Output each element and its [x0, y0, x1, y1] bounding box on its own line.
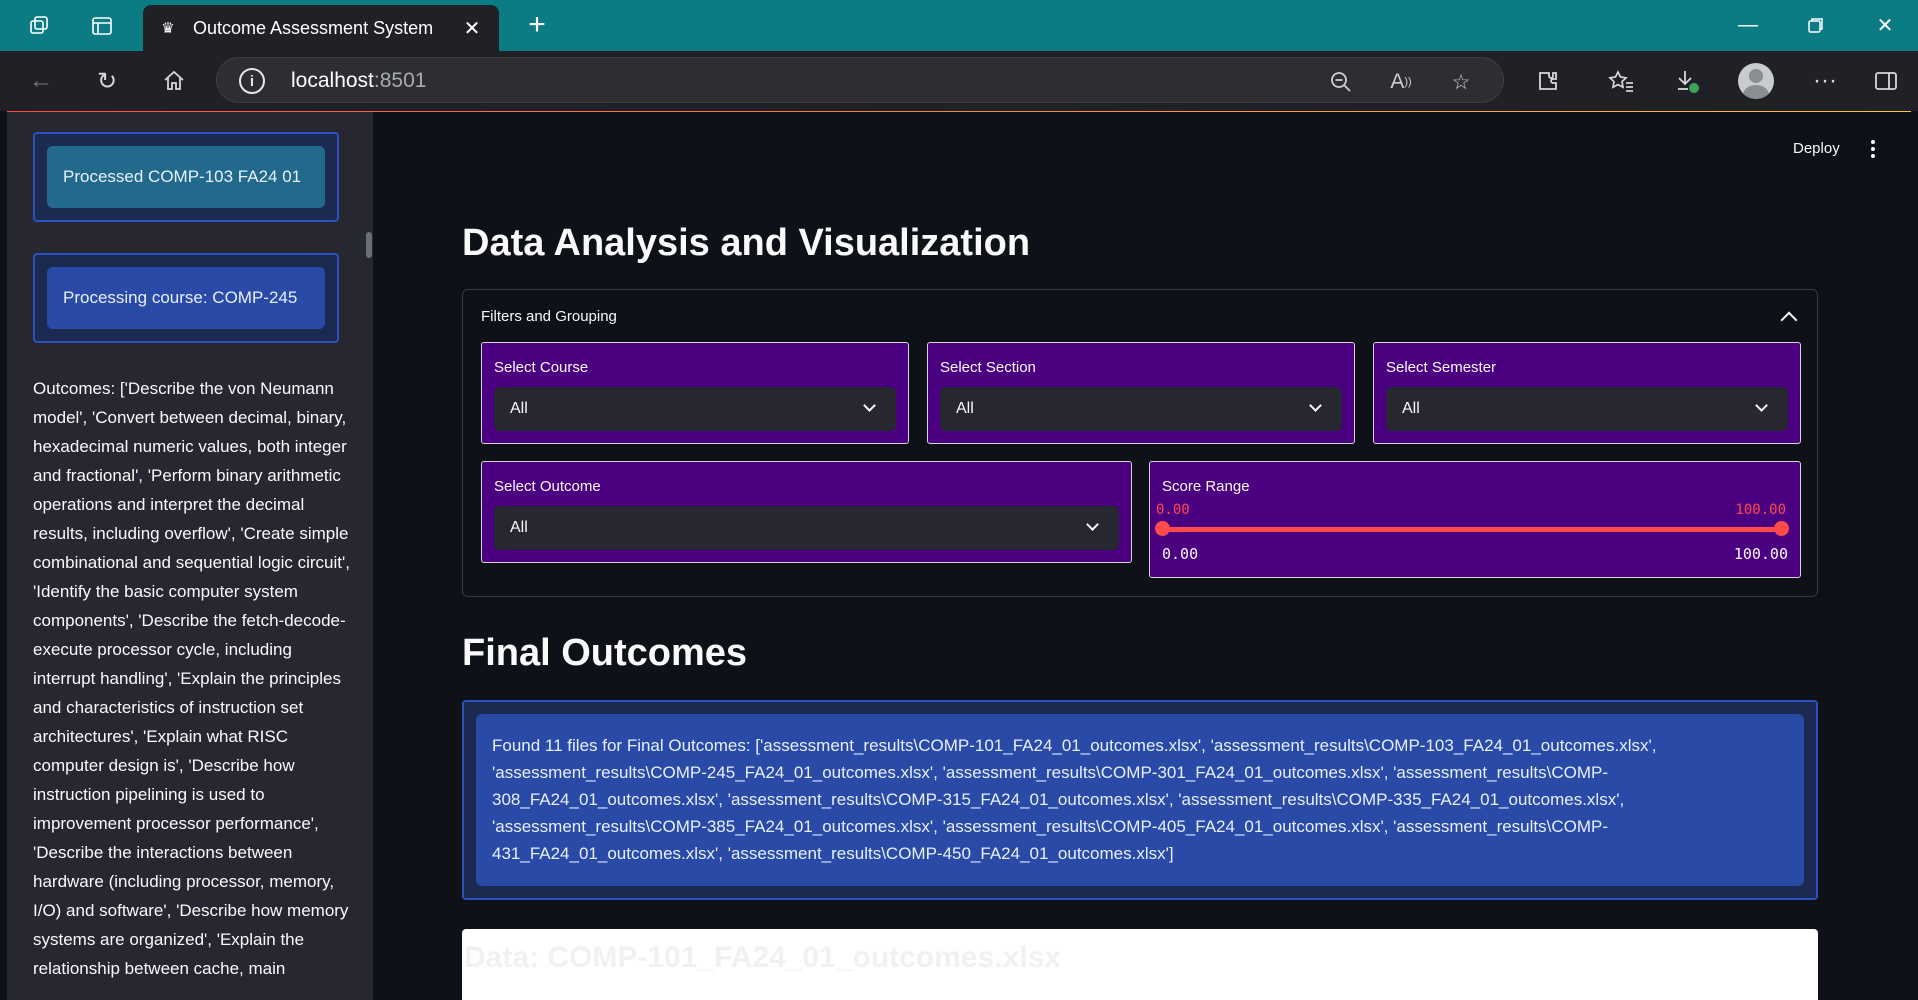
- chevron-down-icon: [1086, 518, 1099, 531]
- chevron-down-icon: [1309, 399, 1322, 412]
- section-label: Select Section: [940, 359, 1036, 376]
- filters-expander-title[interactable]: Filters and Grouping: [481, 308, 617, 325]
- final-outcomes-info-text: Found 11 files for Final Outcomes: ['ass…: [476, 714, 1804, 886]
- slider-max-value: 100.00: [1735, 502, 1786, 518]
- slider-max-handle[interactable]: [1774, 521, 1789, 536]
- new-tab-icon[interactable]: +: [520, 8, 554, 42]
- semester-select[interactable]: All: [1386, 387, 1788, 431]
- site-info-icon[interactable]: i: [239, 68, 265, 94]
- filters-expander: Filters and Grouping Select Course All S…: [462, 289, 1818, 597]
- browser-tab-active[interactable]: ♛ Outcome Assessment System ✕: [143, 5, 499, 51]
- course-label: Select Course: [494, 359, 589, 376]
- chevron-down-icon: [863, 399, 876, 412]
- streamlit-crown-icon: ♛: [157, 17, 179, 39]
- read-aloud-icon[interactable]: A)): [1387, 68, 1415, 96]
- tab-title: Outcome Assessment System: [193, 17, 434, 38]
- outcomes-text: Outcomes: ['Describe the von Neumann mod…: [33, 379, 350, 978]
- semester-select-value: All: [1402, 400, 1420, 417]
- browser-tab-bar: ♛ Outcome Assessment System ✕ + — ✕: [0, 0, 1918, 51]
- close-tab-icon[interactable]: ✕: [457, 13, 487, 43]
- home-icon[interactable]: [157, 64, 191, 98]
- slider-track[interactable]: [1162, 527, 1788, 532]
- data-preview-card: Data: COMP-101_FA24_01_outcomes.xlsx: [462, 929, 1818, 1000]
- workspaces-icon[interactable]: [26, 12, 54, 40]
- more-options-icon[interactable]: ···: [1808, 64, 1842, 98]
- slider-min-value: 0.00: [1156, 502, 1190, 518]
- section-select-value: All: [956, 400, 974, 417]
- slider-min-handle[interactable]: [1155, 521, 1170, 536]
- deploy-button[interactable]: Deploy: [1793, 140, 1840, 157]
- filter-outcome: Select Outcome All: [481, 461, 1132, 563]
- data-preview-heading: Data: COMP-101_FA24_01_outcomes.xlsx: [464, 941, 1061, 974]
- course-select[interactable]: All: [494, 387, 896, 431]
- close-window-icon[interactable]: ✕: [1865, 8, 1905, 42]
- collapse-chevron-icon[interactable]: [1780, 311, 1798, 329]
- sidebar-scrollbar[interactable]: [366, 232, 372, 258]
- outcome-select-value: All: [510, 519, 528, 536]
- favorite-star-icon[interactable]: ☆: [1447, 68, 1475, 96]
- outcome-label: Select Outcome: [494, 478, 601, 495]
- back-icon[interactable]: ←: [24, 64, 58, 98]
- favorites-list-icon[interactable]: [1604, 64, 1638, 98]
- score-range-label: Score Range: [1162, 478, 1250, 495]
- url-field[interactable]: i localhost:8501 A)) ☆: [216, 57, 1504, 103]
- restore-icon[interactable]: [1796, 8, 1836, 42]
- zoom-out-icon[interactable]: [1327, 68, 1355, 96]
- filter-course: Select Course All: [481, 342, 909, 444]
- filter-semester: Select Semester All: [1373, 342, 1801, 444]
- tab-actions-icon[interactable]: [88, 12, 116, 40]
- refresh-icon[interactable]: ↻: [90, 64, 124, 98]
- semester-label: Select Semester: [1386, 359, 1497, 376]
- extensions-icon[interactable]: [1531, 64, 1565, 98]
- page-title: Data Analysis and Visualization: [462, 222, 1031, 264]
- final-outcomes-heading: Final Outcomes: [462, 632, 748, 674]
- status-processing: Processing course: COMP-245: [33, 253, 339, 343]
- status-processed: Processed COMP-103 FA24 01: [33, 132, 339, 222]
- main-content: Deploy Data Analysis and Visualization F…: [373, 112, 1918, 1000]
- status-processed-text: Processed COMP-103 FA24 01: [47, 146, 325, 208]
- filter-section: Select Section All: [927, 342, 1355, 444]
- sidebar: Processed COMP-103 FA24 01 Processing co…: [7, 112, 373, 1000]
- outcome-select[interactable]: All: [494, 506, 1119, 550]
- sidebar-toggle-icon[interactable]: [1869, 64, 1903, 98]
- chevron-down-icon: [1755, 399, 1768, 412]
- range-max-label: 100.00: [1733, 545, 1788, 563]
- status-processing-text: Processing course: COMP-245: [47, 267, 325, 329]
- minimize-icon[interactable]: —: [1728, 8, 1768, 42]
- browser-address-bar: ← ↻ i localhost:8501 A)) ☆ ···: [0, 51, 1918, 111]
- range-min-label: 0.00: [1162, 545, 1199, 563]
- profile-avatar[interactable]: [1738, 63, 1774, 99]
- final-outcomes-info: Found 11 files for Final Outcomes: ['ass…: [462, 700, 1818, 900]
- section-select[interactable]: All: [940, 387, 1342, 431]
- filter-score-range: Score Range 0.00 100.00 0.00 100.00: [1149, 461, 1801, 578]
- course-select-value: All: [510, 400, 528, 417]
- url-text: localhost:8501: [291, 69, 427, 92]
- downloads-icon[interactable]: [1670, 64, 1704, 98]
- main-menu-icon[interactable]: [1863, 136, 1883, 162]
